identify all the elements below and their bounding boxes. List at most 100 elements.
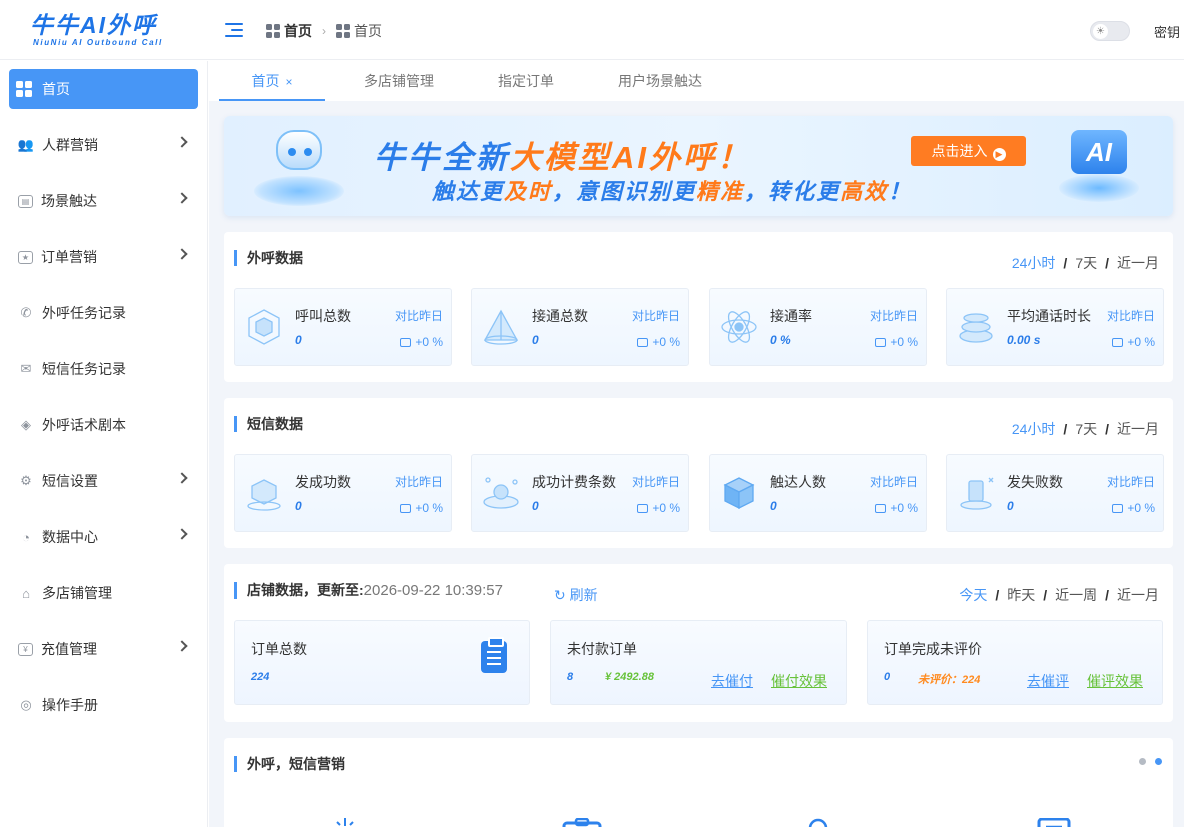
tab-specified-orders[interactable]: 指定订单 bbox=[479, 61, 573, 101]
home-grid-icon bbox=[16, 81, 34, 97]
stat-sms-failed: 发失败数 0 对比昨日 +0 % bbox=[946, 454, 1164, 532]
tab-user-scene-reach[interactable]: 用户场景触达 bbox=[605, 61, 715, 101]
enter-button[interactable]: 点击进入 ▶ bbox=[911, 136, 1026, 166]
unpaid-count: 8 bbox=[567, 671, 574, 683]
range-month[interactable]: 近一月 bbox=[1117, 585, 1159, 605]
sidebar-item-label: 数据中心 bbox=[42, 529, 98, 545]
sidebar-item-manual[interactable]: ◎ 操作手册 bbox=[9, 685, 198, 725]
coin-platform-icon bbox=[483, 477, 519, 509]
brand-subtitle: NiuNiu AI Outbound Call bbox=[33, 38, 163, 47]
sidebar: 首页 👥 人群营销 ▤ 场景触达 ★ 订单营销 ✆ 外呼任务记录 ✉ 短信任务记… bbox=[0, 61, 208, 827]
range-month[interactable]: 近一月 bbox=[1117, 253, 1159, 273]
sidebar-item-data-center[interactable]: ◔ 数据中心 bbox=[9, 517, 198, 557]
refresh-button[interactable]: ↻ 刷新 bbox=[554, 585, 598, 605]
chevron-right-icon bbox=[176, 136, 188, 148]
range-7d[interactable]: 7天 bbox=[1075, 253, 1097, 273]
robot-illustration bbox=[254, 124, 344, 209]
brand-title: 牛牛AI外呼 bbox=[30, 12, 157, 38]
top-header: 牛牛AI外呼 NiuNiu AI Outbound Call 首页 › 首页 ☀… bbox=[0, 0, 1184, 60]
carousel-dot[interactable] bbox=[1139, 758, 1146, 765]
time-range-switch: 今天 / 昨天 / 近一周 / 近一月 bbox=[959, 585, 1159, 605]
sms-settings-icon: ⚙ bbox=[20, 473, 32, 488]
pending-review-count: 未评价：224 bbox=[918, 674, 981, 686]
sidebar-item-home[interactable]: 首页 bbox=[9, 69, 198, 109]
sidebar-item-recharge[interactable]: ¥ 充值管理 bbox=[9, 629, 198, 669]
time-range-switch: 24小时/ 7天 / 近一月 bbox=[1011, 253, 1159, 273]
pie-chart-icon: ◔ bbox=[22, 529, 30, 545]
sidebar-item-label: 首页 bbox=[42, 81, 70, 97]
breadcrumb-item-home[interactable]: 首页 bbox=[266, 21, 312, 41]
chevron-right-icon: › bbox=[322, 24, 326, 38]
sidebar-item-label: 短信设置 bbox=[42, 473, 98, 489]
urge-payment-link[interactable]: 去催付 bbox=[711, 671, 753, 691]
main-content: 首页 × 多店铺管理 指定订单 用户场景触达 牛牛全新大模型AI外呼！ 触达更及时… bbox=[209, 61, 1184, 827]
unrated-count: 0 bbox=[884, 671, 891, 683]
sidebar-item-label: 操作手册 bbox=[42, 697, 98, 713]
sidebar-item-call-scripts[interactable]: ◈ 外呼话术剧本 bbox=[9, 405, 198, 445]
outbound-data-card: 外呼数据 24小时/ 7天 / 近一月 呼叫总数 0 对比昨日 +0 % 接通总数… bbox=[224, 232, 1173, 382]
chevron-right-icon bbox=[176, 248, 188, 260]
sms-data-card: 短信数据 24小时/ 7天 / 近一月 发成功数 0 对比昨日 +0 % 成功计费… bbox=[224, 398, 1173, 548]
api-key-link[interactable]: 密钥 bbox=[1154, 22, 1180, 41]
sidebar-item-call-records[interactable]: ✆ 外呼任务记录 bbox=[9, 293, 198, 333]
range-24h[interactable]: 24小时 bbox=[1012, 419, 1056, 439]
tab-home[interactable]: 首页 × bbox=[219, 61, 325, 101]
breadcrumb: 首页 › 首页 bbox=[266, 21, 382, 41]
sidebar-item-order-marketing[interactable]: ★ 订单营销 bbox=[9, 237, 198, 277]
failed-bottle-icon bbox=[960, 477, 994, 510]
trend-icon bbox=[400, 504, 412, 513]
carousel-dot-active[interactable] bbox=[1155, 758, 1162, 765]
arrow-right-icon: ▶ bbox=[992, 148, 1006, 161]
pyramid-icon bbox=[483, 309, 519, 345]
trend-icon bbox=[1112, 338, 1124, 347]
theme-switch[interactable]: ☀ bbox=[1090, 21, 1130, 41]
sidebar-item-scene-reach[interactable]: ▤ 场景触达 bbox=[9, 181, 198, 221]
ai-illustration: AI bbox=[1059, 126, 1139, 206]
close-icon[interactable]: × bbox=[285, 75, 292, 89]
review-effect-link[interactable]: 催评效果 bbox=[1087, 671, 1143, 691]
trend-icon bbox=[875, 504, 887, 513]
clipboard-icon bbox=[481, 637, 507, 673]
range-24h[interactable]: 24小时 bbox=[1012, 253, 1056, 273]
section-title: 短信数据 bbox=[234, 416, 303, 432]
breadcrumb-label: 首页 bbox=[354, 23, 382, 39]
tab-label: 首页 bbox=[251, 73, 280, 89]
range-today[interactable]: 今天 bbox=[959, 585, 987, 605]
cube-icon: ◈ bbox=[21, 417, 31, 432]
section-title: 外呼，短信营销 bbox=[234, 756, 345, 772]
range-month[interactable]: 近一月 bbox=[1117, 419, 1159, 439]
briefcase-icon bbox=[562, 818, 602, 827]
range-yesterday[interactable]: 昨天 bbox=[1007, 585, 1035, 605]
trend-icon bbox=[1112, 504, 1124, 513]
sidebar-item-sms-records[interactable]: ✉ 短信任务记录 bbox=[9, 349, 198, 389]
range-7d[interactable]: 7天 bbox=[1075, 419, 1097, 439]
payment-effect-link[interactable]: 催付效果 bbox=[771, 671, 827, 691]
urge-review-link[interactable]: 去催评 bbox=[1027, 671, 1069, 691]
range-week[interactable]: 近一周 bbox=[1055, 585, 1097, 605]
unpaid-orders-panel: 未付款订单 8 ¥ 2492.88 去催付 催付效果 bbox=[550, 620, 847, 705]
promo-banner[interactable]: 牛牛全新大模型AI外呼！ 触达更及时，意图识别更精准，转化更高效！ 点击进入 ▶ … bbox=[224, 116, 1173, 216]
menu-collapse-icon[interactable] bbox=[225, 22, 243, 38]
brand-logo[interactable]: 牛牛AI外呼 NiuNiu AI Outbound Call bbox=[30, 12, 180, 48]
section-title: 店铺数据，更新至:2026-09-22 10:39:57 bbox=[234, 582, 503, 599]
breadcrumb-label: 首页 bbox=[284, 23, 312, 39]
mail-icon: ✉ bbox=[20, 361, 32, 376]
page-tabs: 首页 × 多店铺管理 指定订单 用户场景触达 bbox=[209, 61, 1184, 101]
cube-platform-icon bbox=[247, 479, 281, 511]
sidebar-item-crowd-marketing[interactable]: 👥 人群营销 bbox=[9, 125, 198, 165]
trend-icon bbox=[875, 338, 887, 347]
sidebar-item-sms-settings[interactable]: ⚙ 短信设置 bbox=[9, 461, 198, 501]
sidebar-item-label: 外呼话术剧本 bbox=[42, 417, 126, 433]
stat-avg-duration: 平均通话时长 0.00 s 对比昨日 +0 % bbox=[946, 288, 1164, 366]
tab-multi-store[interactable]: 多店铺管理 bbox=[349, 61, 449, 101]
box-icon bbox=[723, 477, 755, 510]
section-title: 外呼数据 bbox=[234, 250, 303, 266]
stat-connect-rate: 接通率 0 % 对比昨日 +0 % bbox=[709, 288, 927, 366]
sun-icon: ☀ bbox=[1093, 24, 1108, 39]
shop-data-card: 店铺数据，更新至:2026-09-22 10:39:57 ↻ 刷新 今天 / 昨天… bbox=[224, 564, 1173, 722]
sidebar-item-multi-store[interactable]: ⌂ 多店铺管理 bbox=[9, 573, 198, 613]
breadcrumb-item-current: 首页 bbox=[336, 21, 382, 41]
updated-time: 2026-09-22 10:39:57 bbox=[363, 582, 503, 599]
order-icon: ★ bbox=[18, 250, 33, 264]
chevron-right-icon bbox=[176, 472, 188, 484]
